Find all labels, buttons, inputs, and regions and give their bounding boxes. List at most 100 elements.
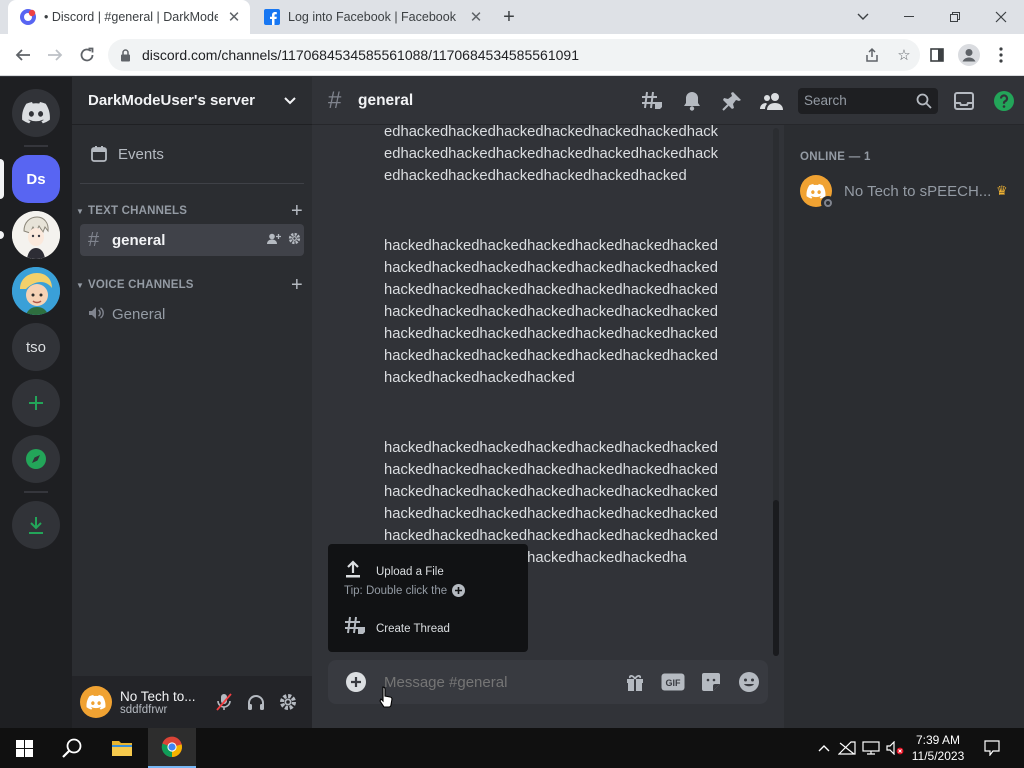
server-tso-label: tso	[25, 338, 46, 356]
member-item[interactable]: No Tech to sPEECH... ♛	[800, 171, 1020, 211]
create-channel-plus-icon[interactable]: +	[282, 200, 312, 223]
menu-kebab-icon[interactable]	[988, 42, 1014, 68]
avatar[interactable]	[80, 686, 112, 718]
windows-taskbar: 7:39 AM 11/5/2023	[0, 728, 1024, 768]
message-composer: GIF	[328, 660, 768, 704]
member-list-icon[interactable]	[752, 85, 792, 117]
taskbar-search-button[interactable]	[48, 728, 96, 768]
side-panel-icon[interactable]	[924, 42, 950, 68]
events-item[interactable]: Events	[80, 137, 304, 171]
channel-general[interactable]: # general	[80, 224, 304, 256]
member-list: ONLINE — 1 No Tech to sPEECH... ♛	[784, 125, 1024, 728]
gift-button[interactable]	[616, 666, 654, 698]
url-text: discord.com/channels/1170684534585561088…	[142, 47, 579, 63]
restore-button[interactable]	[932, 0, 978, 34]
attach-plus-button[interactable]	[328, 671, 384, 693]
cartoon-avatar-icon	[12, 267, 60, 315]
download-apps-button[interactable]	[12, 501, 60, 549]
server-tso[interactable]: tso	[12, 323, 60, 371]
inbox-icon[interactable]	[944, 85, 984, 117]
upload-file-option[interactable]: Upload a File	[344, 560, 444, 583]
file-explorer-button[interactable]	[98, 728, 146, 768]
help-icon[interactable]	[984, 85, 1024, 117]
category-label: TEXT CHANNELS	[88, 205, 188, 217]
tray-overflow-chevron-icon[interactable]	[814, 728, 834, 768]
pin-icon[interactable]	[712, 85, 752, 117]
message-content: hackedhackedhackedhackedhackedhackedhack…	[384, 238, 718, 386]
download-icon	[29, 517, 43, 534]
server-ds[interactable]: Ds	[12, 155, 60, 203]
emoji-button[interactable]	[730, 666, 768, 698]
hash-icon: #	[328, 86, 342, 114]
new-tab-button[interactable]: +	[498, 6, 520, 28]
speaker-icon	[88, 303, 112, 326]
server-list-separator	[24, 491, 48, 493]
invite-user-icon[interactable]	[264, 233, 284, 248]
bookmark-star-icon[interactable]: ☆	[888, 46, 920, 64]
search-input[interactable]: Search	[798, 87, 938, 114]
close-window-button[interactable]	[978, 0, 1024, 34]
browser-tab-strip: • Discord | #general | DarkModeUser's se…	[0, 0, 1024, 34]
message-input[interactable]	[384, 673, 616, 691]
tab-close-icon[interactable]: ✕	[466, 7, 486, 27]
server-header[interactable]: DarkModeUser's server	[72, 77, 312, 125]
add-server-button[interactable]	[12, 379, 60, 427]
back-button[interactable]	[10, 42, 36, 68]
user-info[interactable]: No Tech to... sddfdfrwr	[120, 689, 208, 716]
reload-button[interactable]	[74, 42, 100, 68]
channel-name: General	[112, 305, 166, 323]
anime-avatar-icon	[12, 211, 60, 259]
tab-facebook[interactable]: Log into Facebook | Facebook ✕	[252, 0, 492, 34]
network-disconnected-icon[interactable]	[836, 728, 858, 768]
discord-default-avatar-icon	[86, 694, 106, 710]
display-icon[interactable]	[860, 728, 882, 768]
channel-voice-general[interactable]: General	[80, 298, 304, 330]
crown-icon: ♛	[996, 183, 1008, 198]
forward-button[interactable]	[42, 42, 68, 68]
scrollbar-thumb[interactable]	[773, 500, 779, 656]
tab-title: • Discord | #general | DarkModeUser's se…	[44, 10, 218, 24]
address-bar[interactable]: discord.com/channels/1170684534585561088…	[108, 39, 920, 71]
thread-icon	[344, 616, 368, 641]
channel-title: general	[358, 91, 414, 109]
threads-icon[interactable]	[632, 85, 672, 117]
server-anime-avatar[interactable]	[12, 211, 60, 259]
deafen-button[interactable]	[240, 686, 272, 718]
taskbar-clock[interactable]: 7:39 AM 11/5/2023	[906, 732, 970, 764]
category-voice-channels[interactable]: ▼ VOICE CHANNELS +	[72, 273, 312, 297]
start-button[interactable]	[0, 728, 48, 768]
server-ds-label: Ds	[26, 170, 46, 188]
chrome-taskbar-button[interactable]	[148, 728, 196, 768]
create-thread-label: Create Thread	[376, 622, 450, 635]
share-icon[interactable]	[856, 47, 888, 63]
create-channel-plus-icon[interactable]: +	[282, 274, 312, 297]
channel-sidebar: DarkModeUser's server Events ▼ TEXT CHAN…	[72, 77, 312, 728]
tab-discord[interactable]: • Discord | #general | DarkModeUser's se…	[8, 0, 250, 34]
category-text-channels[interactable]: ▼ TEXT CHANNELS +	[72, 199, 312, 223]
chat-header: # general Search	[312, 77, 1024, 125]
browser-toolbar: discord.com/channels/1170684534585561088…	[0, 34, 1024, 76]
channel-name: general	[112, 231, 166, 249]
gift-icon	[627, 674, 643, 691]
lock-icon[interactable]	[108, 48, 142, 62]
home-button[interactable]	[12, 89, 60, 137]
sticker-button[interactable]	[692, 666, 730, 698]
explore-servers-button[interactable]	[12, 435, 60, 483]
bell-icon[interactable]	[672, 85, 712, 117]
notifications-icon[interactable]	[978, 728, 1006, 768]
plus-circle-icon	[452, 584, 466, 597]
create-thread-option[interactable]: Create Thread	[344, 616, 450, 641]
windows-logo-icon	[15, 739, 33, 757]
category-label: VOICE CHANNELS	[88, 279, 194, 291]
mute-mic-button[interactable]	[208, 686, 240, 718]
profile-avatar[interactable]	[956, 42, 982, 68]
gif-button[interactable]: GIF	[654, 666, 692, 698]
user-settings-button[interactable]	[272, 686, 304, 718]
minimize-button[interactable]	[886, 0, 932, 34]
tab-close-icon[interactable]: ✕	[224, 7, 244, 27]
server-cartoon-avatar[interactable]	[12, 267, 60, 315]
gear-icon[interactable]	[284, 232, 304, 248]
volume-muted-icon[interactable]	[884, 728, 906, 768]
tab-search-chevron-icon[interactable]	[840, 0, 886, 34]
svg-text:GIF: GIF	[666, 678, 682, 688]
